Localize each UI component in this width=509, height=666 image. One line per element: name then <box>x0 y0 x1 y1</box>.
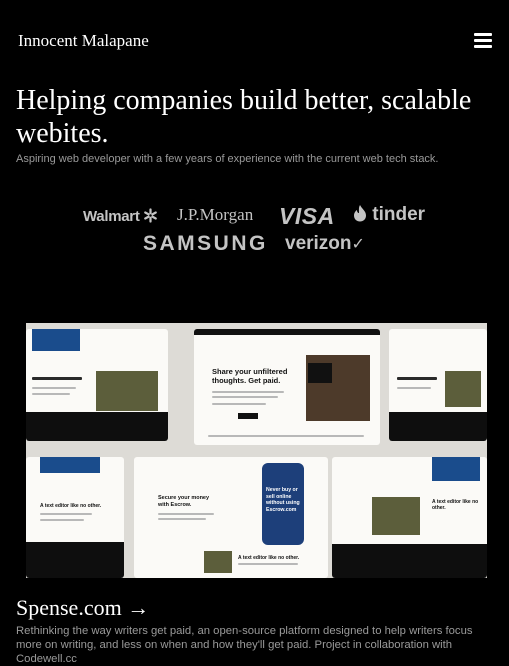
screenshot-editor-card: A text editor like no other. <box>26 457 124 578</box>
hero-title: Helping companies build better, scalable… <box>16 85 472 149</box>
project-description: Rethinking the way writers get paid, an … <box>16 625 473 665</box>
screenshot-card: A text editor like no other. <box>332 457 487 578</box>
walmart-spark-icon <box>144 208 158 223</box>
screenshot-card <box>389 329 487 441</box>
screenshot-money-card: Secure your money with Escrow. Never buy… <box>134 457 328 578</box>
samsung-logo: SAMSUNG <box>143 232 268 255</box>
project-screenshot[interactable]: Share your unfiltered thoughts. Get paid… <box>26 323 487 578</box>
tinder-flame-icon <box>354 205 366 222</box>
verizon-logo: verizon✓ <box>285 233 365 254</box>
visa-logo: VISA <box>279 203 335 229</box>
verizon-check-icon: ✓ <box>351 236 365 253</box>
screenshot-hero-card: Share your unfiltered thoughts. Get paid… <box>194 329 380 445</box>
screenshot-card <box>26 329 168 441</box>
project-title-link[interactable]: Spense.com → <box>16 595 316 621</box>
jpmorgan-logo: J.P.Morgan <box>177 205 254 224</box>
client-logos: Walmart J.P.Morgan VISA tinder SAMSUNG v… <box>0 200 509 262</box>
tinder-logo: tinder <box>353 204 425 226</box>
site-header: Innocent Malapane <box>0 0 509 80</box>
hamburger-menu-icon[interactable] <box>474 33 492 48</box>
hero-subtitle: Aspiring web developer with a few years … <box>16 153 439 165</box>
walmart-logo: Walmart <box>83 208 158 225</box>
site-brand[interactable]: Innocent Malapane <box>18 31 149 51</box>
